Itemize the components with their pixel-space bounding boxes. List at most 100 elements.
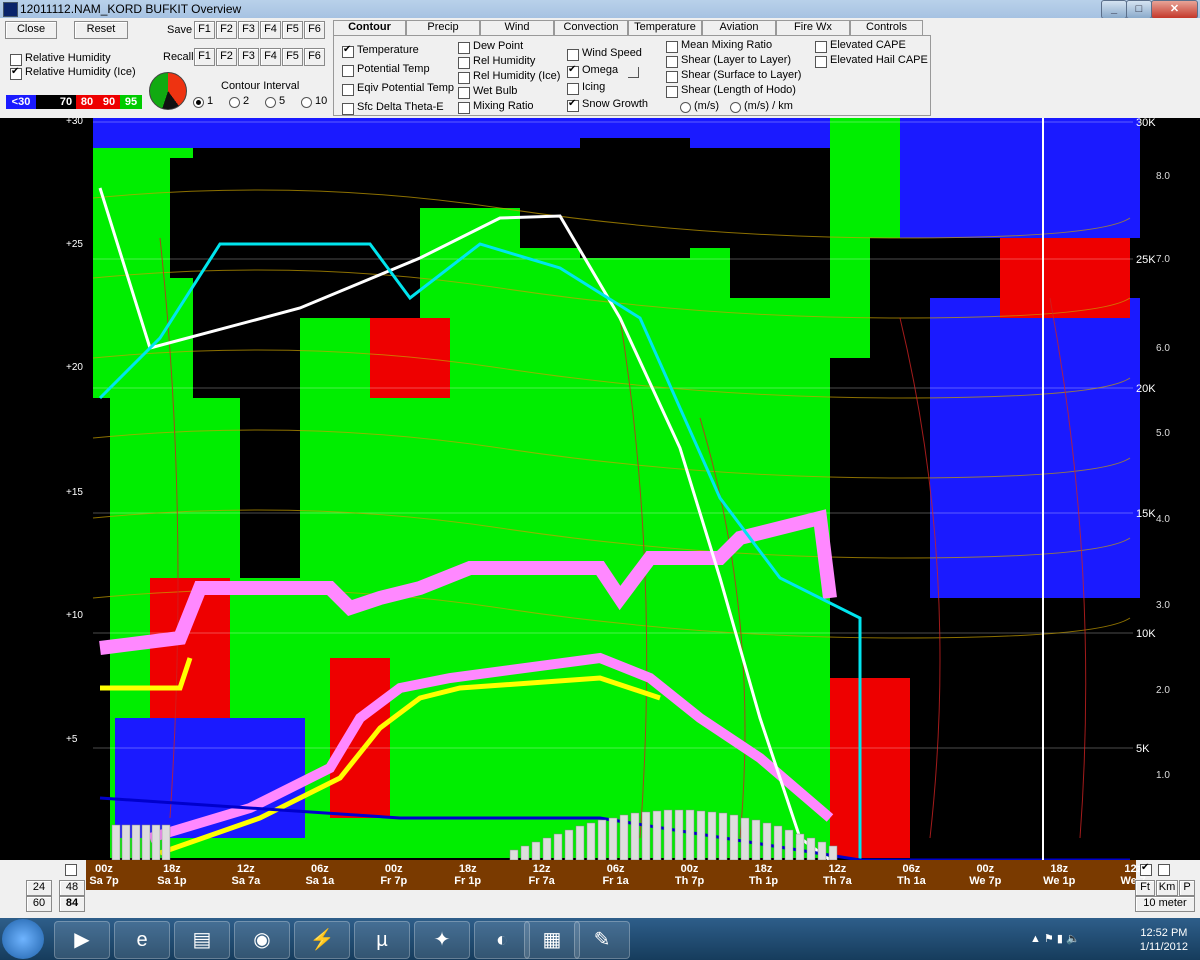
precip-bar	[141, 824, 151, 861]
rh-ice-checkbox[interactable]	[10, 66, 22, 80]
tab-temperature[interactable]: Temperature	[628, 20, 702, 36]
contour-col4-label-1: Shear (Layer to Layer)	[681, 54, 792, 66]
recall-f3-button[interactable]: F3	[238, 48, 259, 66]
omega-options-box[interactable]	[628, 67, 639, 78]
save-f3-button[interactable]: F3	[238, 21, 259, 39]
contour-col2-checkbox-4[interactable]	[458, 102, 470, 114]
right-axis-km-label: 8.0	[1156, 171, 1170, 182]
right-axis-ft-label: 5K	[1136, 743, 1150, 755]
reset-button[interactable]: Reset	[74, 21, 128, 39]
unit-ft-button[interactable]: Ft	[1135, 880, 1155, 896]
wind-checkbox-1[interactable]	[1140, 862, 1152, 876]
precip-bar	[685, 809, 695, 861]
contour-col4-checkbox-1[interactable]	[666, 56, 678, 68]
contour-interval-radio-2[interactable]	[229, 97, 240, 108]
bufkit-time-height-chart[interactable]: +30 +25 +20 +15 +10 +5 30K 25K 20K 15K 10K 5K 8.0 7.…	[0, 116, 1200, 862]
image-viewer-icon[interactable]: ◐	[474, 921, 530, 959]
close-window-button[interactable]: ✕	[1151, 0, 1198, 19]
internet-explorer-icon[interactable]: e	[114, 921, 170, 959]
time-axis-day: Fr 1a	[602, 875, 629, 887]
start-button[interactable]	[2, 919, 44, 959]
contour-col3-checkbox-3[interactable]	[567, 98, 579, 112]
rh-checkbox[interactable]	[10, 54, 22, 66]
media-player-icon[interactable]: ▶	[54, 921, 110, 959]
time-axis-label: 06z Sa 1a	[292, 863, 348, 887]
contour-col3-checkbox-2[interactable]	[567, 83, 579, 95]
recall-f2-button[interactable]: F2	[216, 48, 237, 66]
unit-p-button[interactable]: P	[1179, 880, 1195, 896]
unit-km-button[interactable]: Km	[1156, 880, 1178, 896]
tab-aviation[interactable]: Aviation	[702, 20, 776, 36]
save-f6-button[interactable]: F6	[304, 21, 325, 39]
color-scale-2: 80	[76, 95, 98, 109]
range-84-button[interactable]: 84	[59, 896, 85, 912]
contour-col4-checkbox-2[interactable]	[666, 71, 678, 83]
recall-f6-button[interactable]: F6	[304, 48, 325, 66]
wind-level-button[interactable]: 10 meter	[1135, 896, 1195, 912]
contour-col4-checkbox-0[interactable]	[666, 41, 678, 53]
precip-bar	[751, 819, 761, 861]
chart-canvas[interactable]: +30 +25 +20 +15 +10 +5 30K 25K 20K 15K 10K 5K 8.0 7.…	[0, 116, 1200, 862]
contour-col1-checkbox-3[interactable]	[342, 103, 354, 115]
range-60-button[interactable]: 60	[26, 896, 52, 912]
clock[interactable]: 12:52 PM 1/11/2012	[1140, 926, 1188, 954]
save-f5-button[interactable]: F5	[282, 21, 303, 39]
tab-convection[interactable]: Convection	[554, 20, 628, 36]
tab-controls[interactable]: Controls	[850, 20, 923, 36]
contour-interval-radio-1[interactable]	[193, 97, 204, 108]
contour-col2-checkbox-2[interactable]	[458, 72, 470, 84]
utorrent-icon[interactable]: µ	[354, 921, 410, 959]
contour-col3-checkbox-0[interactable]	[567, 49, 579, 61]
contour-interval-radio-10[interactable]	[301, 97, 312, 108]
contour-col2-checkbox-1[interactable]	[458, 57, 470, 69]
time-axis-label: 00z We 7p	[957, 863, 1013, 887]
tray-icons[interactable]: ▲ ⚑ ▮ 🔈	[1030, 932, 1080, 945]
contour-col2-checkbox-0[interactable]	[458, 42, 470, 54]
recall-f1-button[interactable]: F1	[194, 48, 215, 66]
contour-col3-label-3: Snow Growth	[582, 98, 649, 110]
time-axis: 00z Sa 7p 18z Sa 1p 12z Sa 7a 06z Sa 1a 00z Fr 7p…	[86, 860, 1146, 890]
lightning-app-icon[interactable]: ⚡	[294, 921, 350, 959]
contour-col3-checkbox-1[interactable]	[567, 64, 579, 78]
weather-app-icon[interactable]: ✦	[414, 921, 470, 959]
tab-precip[interactable]: Precip	[406, 20, 480, 36]
firefox-icon[interactable]: ◉	[234, 921, 290, 959]
save-f2-button[interactable]: F2	[216, 21, 237, 39]
tab-fire-wx[interactable]: Fire Wx	[776, 20, 850, 36]
contour-col1-checkbox-0[interactable]	[342, 44, 354, 58]
shear-unit-radio-1[interactable]	[730, 102, 741, 113]
tab-contour[interactable]: Contour	[333, 20, 406, 36]
folder-icon[interactable]: ▤	[174, 921, 230, 959]
app-icon	[3, 2, 18, 17]
wind-checkbox-2[interactable]	[1158, 864, 1170, 876]
bufkit-taskbar-icon[interactable]: ▦	[524, 921, 580, 959]
recall-f4-button[interactable]: F4	[260, 48, 281, 66]
precip-bar	[542, 837, 552, 861]
time-axis-label: 18z We 1p	[1031, 863, 1087, 887]
contour-col4-checkbox-3[interactable]	[666, 86, 678, 98]
minimize-button[interactable]: _	[1101, 0, 1127, 19]
save-f4-button[interactable]: F4	[260, 21, 281, 39]
recall-f5-button[interactable]: F5	[282, 48, 303, 66]
bottom-left-checkbox[interactable]	[65, 864, 77, 876]
time-axis-label: 00z Th 7p	[662, 863, 718, 887]
save-f1-button[interactable]: F1	[194, 21, 215, 39]
contour-interval-radio-5[interactable]	[265, 97, 276, 108]
contour-col1-checkbox-2[interactable]	[342, 84, 354, 96]
shear-unit-radio-0[interactable]	[680, 102, 691, 113]
contour-col2-label-2: Rel Humidity (Ice)	[473, 70, 561, 82]
taskbar: ▶ e ▤ ◉ ⚡ µ ✦ ◐ ▦ ✎ ▲ ⚑ ▮ 🔈 12:52 PM 1/1…	[0, 918, 1200, 960]
range-24-button[interactable]: 24	[26, 880, 52, 896]
left-axis: +30 +25 +20 +15 +10 +5	[66, 116, 83, 745]
right-axis-ft-label: 25K	[1136, 254, 1156, 266]
paint-icon[interactable]: ✎	[574, 921, 630, 959]
range-48-button[interactable]: 48	[59, 880, 85, 896]
maximize-button[interactable]: □	[1126, 0, 1152, 19]
contour-col5-checkbox-1[interactable]	[815, 56, 827, 68]
contour-col5-checkbox-0[interactable]	[815, 41, 827, 53]
close-button[interactable]: Close	[5, 21, 57, 39]
contour-col2-checkbox-3[interactable]	[458, 87, 470, 99]
right-axis-km-label: 3.0	[1156, 600, 1170, 611]
contour-col1-checkbox-1[interactable]	[342, 65, 354, 77]
tab-wind[interactable]: Wind	[480, 20, 554, 36]
